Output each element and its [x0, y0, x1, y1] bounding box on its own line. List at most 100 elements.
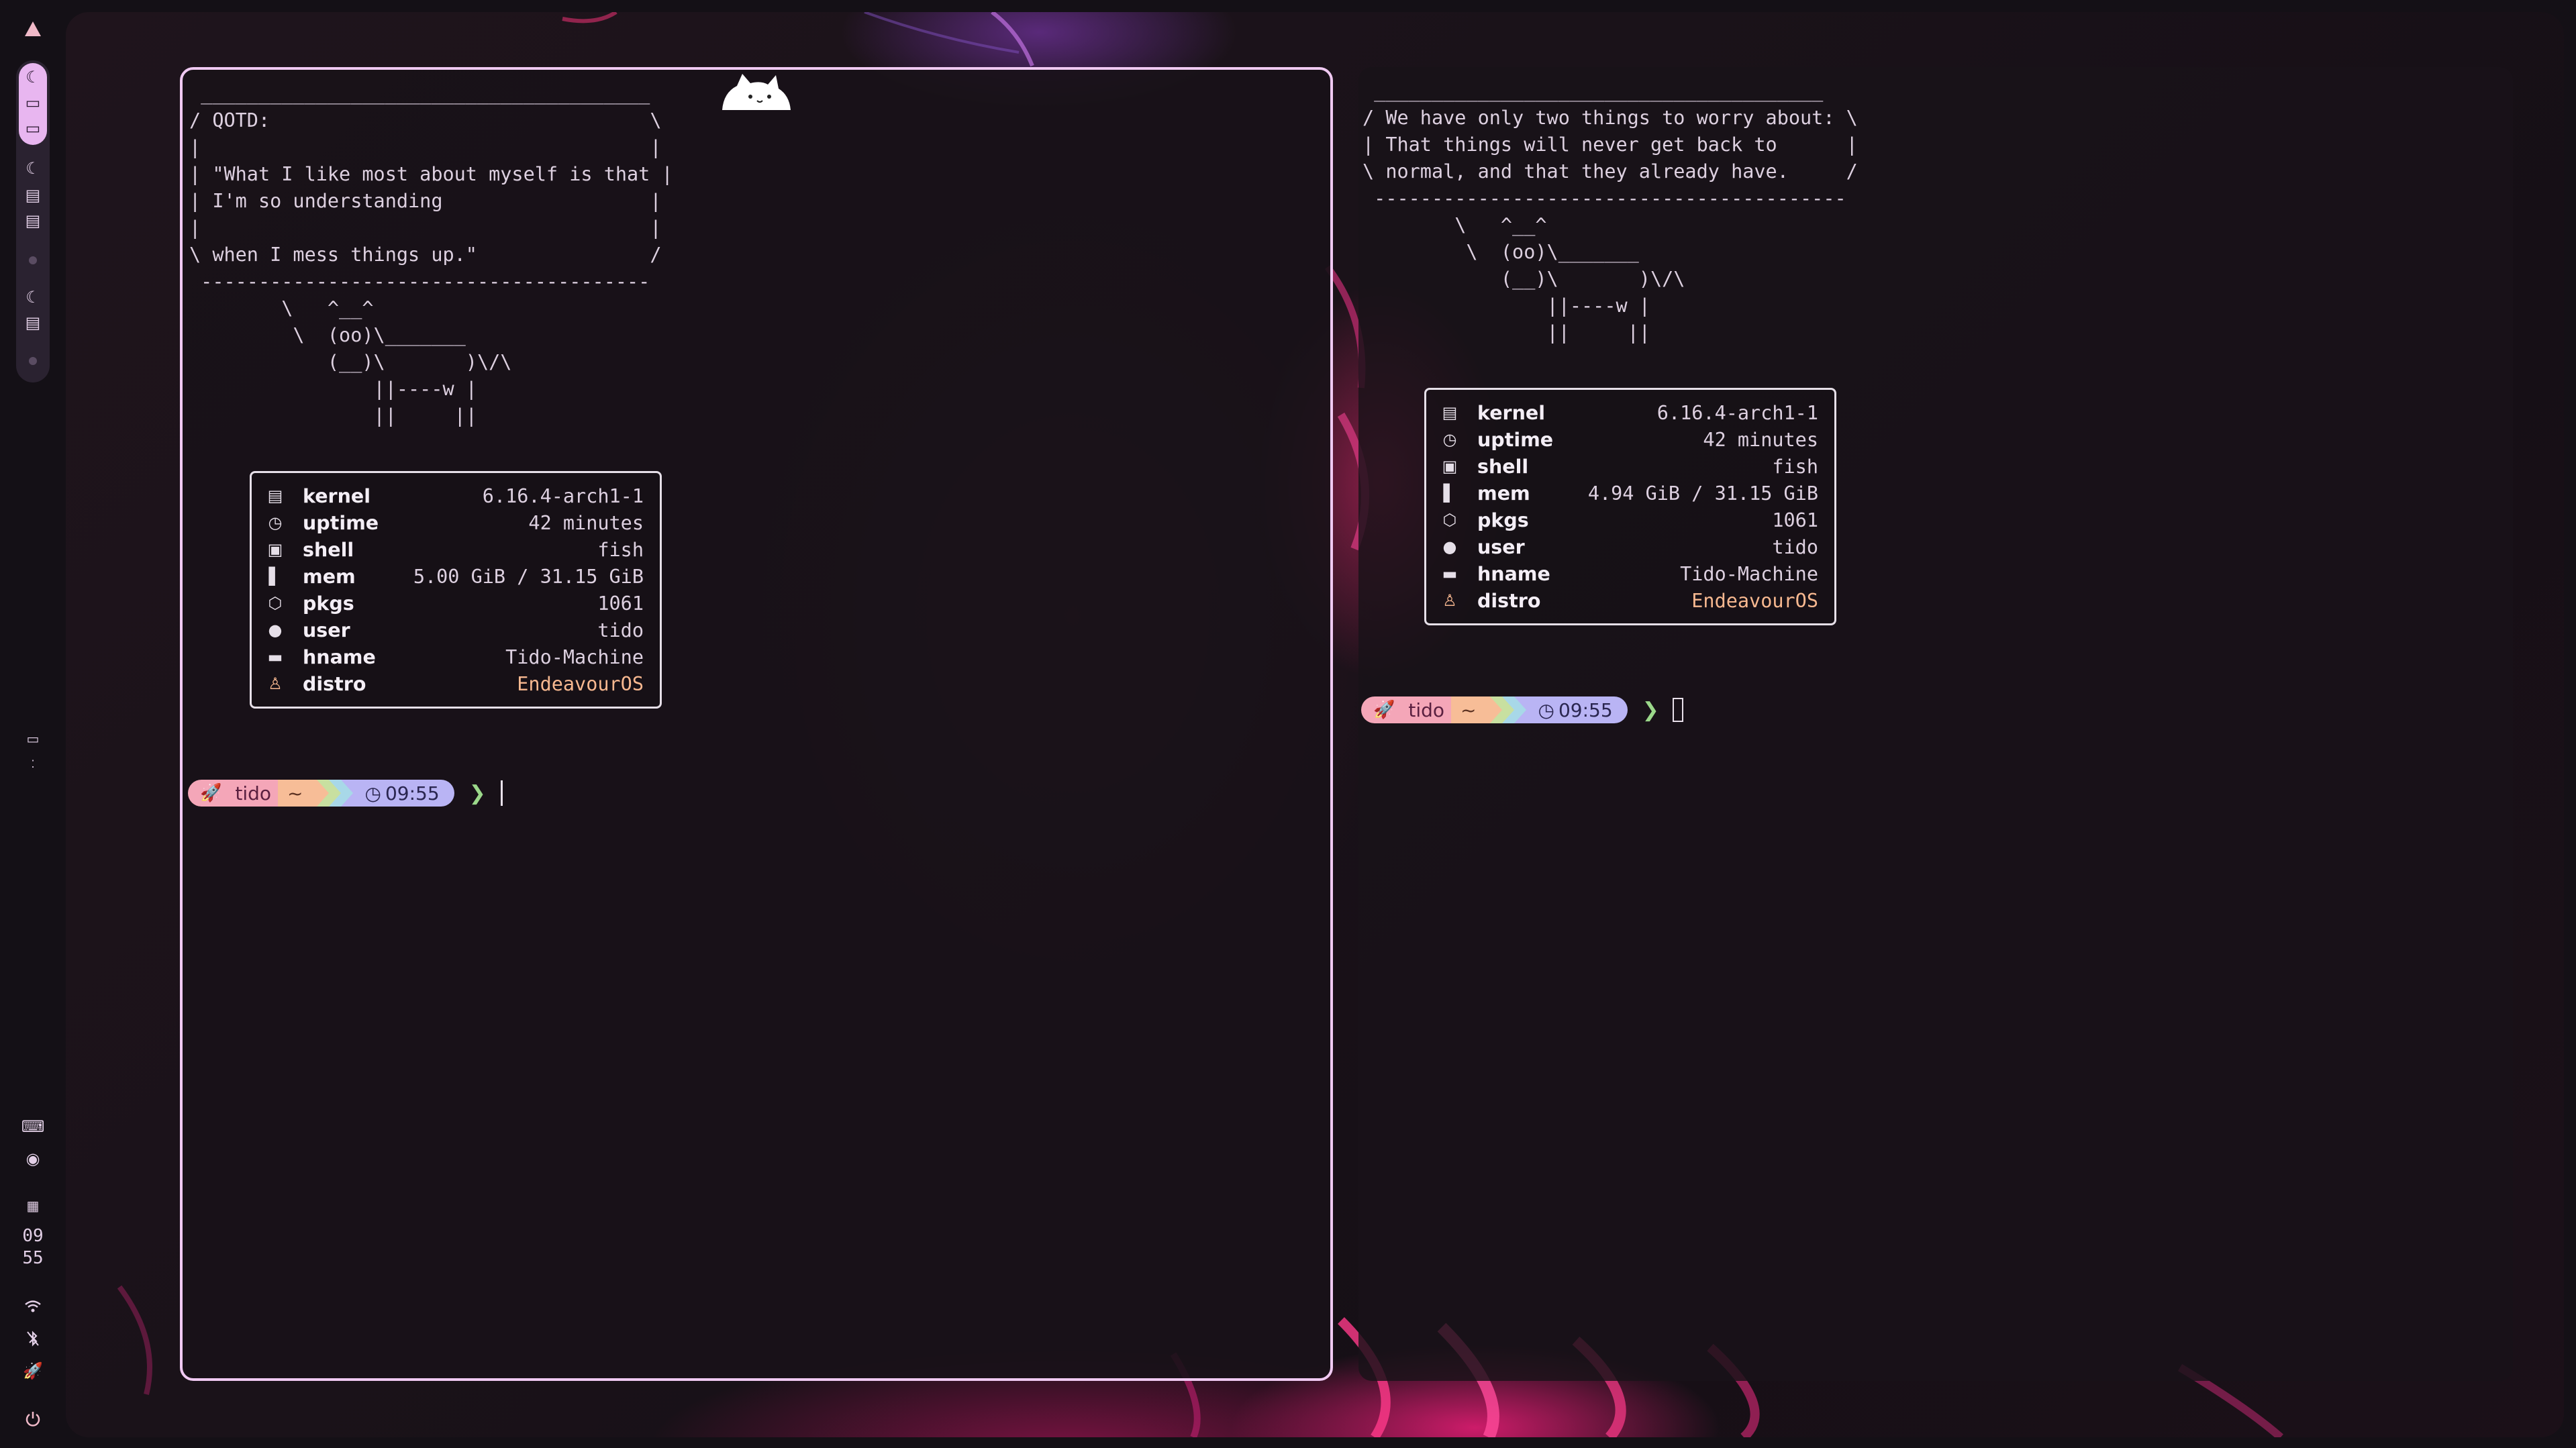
steam-icon[interactable]: ◉ [23, 1149, 43, 1169]
info-value: fish [597, 538, 644, 561]
prompt-time: ◷ 09:55 [352, 780, 454, 807]
user-icon: ● [268, 621, 283, 639]
info-row-distro: ♙ distro EndeavourOS [266, 670, 644, 697]
prompt-user: tido [1404, 696, 1452, 723]
terminal-window-left[interactable]: _______________________________________ … [180, 67, 1333, 1381]
info-key: hname [303, 645, 376, 668]
power-icon[interactable] [23, 1409, 43, 1429]
prompt-separator [1489, 696, 1502, 723]
memory-icon: ▌ [268, 567, 282, 586]
clock-hour: 09 [22, 1226, 44, 1246]
clock-icon: ◷ [1538, 699, 1554, 721]
window-icon: ▭ [25, 93, 41, 112]
monitor-icon: ▬ [1442, 564, 1458, 583]
prompt-dir: ~ [278, 780, 317, 807]
info-value: 1061 [1772, 509, 1818, 531]
window-icon: ▭ [25, 119, 41, 138]
system-info-box: ▤ kernel 6.16.4-arch1-1 ◷ uptime 42 minu… [1424, 388, 1836, 625]
shell-prompt[interactable]: 🚀 tido ~ ◷ 09:55 ❯ [188, 780, 503, 807]
linux-icon: ♙ [1442, 591, 1457, 610]
info-value: 5.00 GiB / 31.15 GiB [413, 565, 644, 588]
arch-triangle-icon[interactable] [23, 19, 43, 39]
memory-icon: ▌ [1443, 484, 1456, 503]
info-value: 6.16.4-arch1-1 [482, 484, 644, 507]
info-row-kernel: ▤ kernel 6.16.4-arch1-1 [1441, 399, 1818, 426]
sidebar-bar: ☾ ▭ ▭ ☾ ▤ ▤ ☾ ▤ ▭ ⁚ ⌨ ◉ ▦ 09 55 🚀 [0, 0, 66, 1448]
cowsay-quote: _______________________________________ … [1363, 80, 1858, 344]
wifi-icon[interactable] [23, 1296, 43, 1316]
prompt-dir: ~ [1451, 696, 1490, 723]
chat-icon: ▤ [25, 313, 41, 332]
info-key: distro [303, 672, 366, 695]
cpu-icon: ▤ [267, 486, 283, 505]
prompt-caret: ❯ [1642, 698, 1659, 722]
info-value: Tido-Machine [1680, 562, 1818, 585]
info-row-kernel: ▤ kernel 6.16.4-arch1-1 [266, 482, 644, 509]
info-key: uptime [303, 511, 379, 534]
info-value: 42 minutes [1703, 428, 1818, 451]
info-key: pkgs [303, 592, 354, 615]
info-row-shell: ▣ shell fish [266, 536, 644, 563]
user-icon: ● [1442, 537, 1457, 556]
info-row-mem: ▌ mem 5.00 GiB / 31.15 GiB [266, 563, 644, 590]
info-key: mem [303, 565, 356, 588]
info-row-pkgs: ⬡ pkgs 1061 [1441, 507, 1818, 533]
info-key: user [303, 619, 350, 641]
tray-dots-icon: ⁚ [31, 758, 35, 770]
prompt-separator [316, 780, 329, 807]
prompt-time: ◷ 09:55 [1526, 696, 1628, 723]
info-row-hname: ▬ hname Tido-Machine [1441, 560, 1818, 587]
window-icon: ▤ [25, 211, 41, 230]
info-key: uptime [1477, 428, 1554, 451]
clock-minute: 55 [22, 1248, 44, 1268]
system-info-box: ▤ kernel 6.16.4-arch1-1 ◷ uptime 42 minu… [250, 471, 662, 709]
info-value: tido [597, 619, 644, 641]
monitor-icon: ▬ [267, 648, 283, 666]
clock-icon: ◷ [1442, 430, 1457, 449]
rocket-icon[interactable]: 🚀 [23, 1361, 43, 1381]
info-key: kernel [303, 484, 370, 507]
info-key: distro [1477, 589, 1541, 612]
workspace-3-dot[interactable] [29, 256, 37, 264]
info-value: EndeavourOS [1691, 589, 1818, 612]
text-cursor [1672, 698, 1683, 722]
clock-icon: ◷ [268, 513, 283, 532]
info-value: fish [1772, 455, 1818, 478]
keyboard-icon[interactable]: ⌨ [21, 1117, 45, 1137]
info-value: 42 minutes [528, 511, 644, 534]
info-value: tido [1772, 535, 1818, 558]
terminal-icon: ▣ [267, 540, 283, 559]
bluetooth-off-icon[interactable] [23, 1329, 43, 1349]
prompt-separator [340, 780, 353, 807]
cat-icon [722, 74, 791, 110]
clock[interactable]: 09 55 [13, 1225, 52, 1270]
prompt-time-value: 09:55 [1558, 699, 1613, 721]
workspace-4-moon-icon[interactable]: ☾ [23, 287, 43, 307]
info-row-pkgs: ⬡ pkgs 1061 [266, 590, 644, 617]
info-key: kernel [1477, 401, 1545, 424]
terminal-icon: ▣ [1442, 457, 1458, 476]
workspace-2-moon-icon[interactable]: ☾ [23, 158, 43, 178]
workspace-5-dot[interactable] [29, 357, 37, 365]
info-key: shell [303, 538, 354, 561]
tray-window-icon[interactable]: ▭ [23, 729, 43, 749]
prompt-user: tido [231, 780, 279, 807]
cpu-icon: ▤ [1442, 403, 1458, 422]
info-key: shell [1477, 455, 1529, 478]
info-value: 1061 [597, 592, 644, 615]
shell-prompt[interactable]: 🚀 tido ~ ◷ 09:55 ❯ [1361, 696, 1683, 723]
prompt-separator [1501, 696, 1514, 723]
info-row-mem: ▌ mem 4.94 GiB / 31.15 GiB [1441, 480, 1818, 507]
terminal-window-right[interactable]: _______________________________________ … [1358, 67, 2513, 1381]
package-icon: ⬡ [1442, 511, 1457, 529]
text-cursor [500, 780, 503, 806]
prompt-caret: ❯ [468, 781, 486, 805]
calendar-icon[interactable]: ▦ [23, 1196, 43, 1216]
prompt-time-value: 09:55 [385, 782, 440, 805]
info-row-user: ● user tido [266, 617, 644, 643]
info-row-user: ● user tido [1441, 533, 1818, 560]
info-row-hname: ▬ hname Tido-Machine [266, 643, 644, 670]
rocket-icon: 🚀 [1361, 696, 1405, 723]
info-key: mem [1477, 482, 1530, 505]
linux-icon: ♙ [268, 674, 283, 693]
